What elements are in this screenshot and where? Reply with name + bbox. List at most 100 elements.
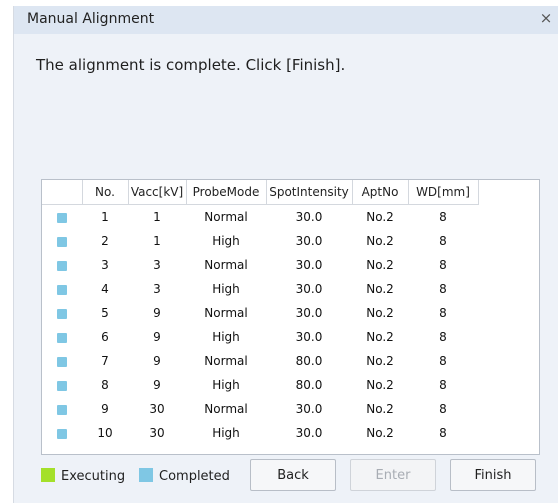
cell-vacc: 1 — [153, 234, 161, 248]
cell-no: 6 — [101, 330, 109, 344]
cell-no: 10 — [97, 426, 113, 440]
cell-probe-mode: High — [212, 282, 240, 296]
cell-probe-mode: High — [212, 378, 240, 392]
enter-button[interactable]: Enter — [350, 459, 436, 491]
cell-no: 4 — [101, 282, 109, 296]
status-completed-indicator — [57, 428, 67, 439]
cell-status — [42, 229, 82, 253]
cell-wd: 8 — [439, 234, 447, 248]
cell-vacc: 30 — [149, 402, 165, 416]
status-completed-indicator — [57, 212, 67, 223]
cell-spot-intensity: 80.0 — [295, 354, 323, 368]
status-completed-indicator — [57, 284, 67, 295]
cell-vacc: 9 — [153, 354, 161, 368]
executing-label: Executing — [61, 469, 126, 484]
cell-spot-intensity: 30.0 — [295, 282, 323, 296]
cell-no: 7 — [101, 354, 109, 368]
cell-probe-mode: Normal — [204, 258, 248, 272]
cell-wd: 8 — [439, 378, 447, 392]
cell-apt-no: No.2 — [366, 354, 394, 368]
cell-probe-mode: High — [212, 234, 240, 248]
cell-wd: 8 — [439, 330, 447, 344]
cell-vacc: 9 — [153, 306, 161, 320]
cell-no: 2 — [101, 234, 109, 248]
cell-vacc: 9 — [153, 378, 161, 392]
cell-apt-no: No.2 — [366, 282, 394, 296]
cell-spot-intensity: 30.0 — [295, 258, 323, 272]
cell-spot-intensity: 30.0 — [295, 210, 323, 224]
table-row[interactable]: 5 9 Normal 30.0 No.2 8 — [42, 301, 478, 325]
cell-status — [42, 325, 82, 349]
cell-probe-mode: Normal — [204, 402, 248, 416]
cell-spot-intensity: 30.0 — [295, 330, 323, 344]
cell-status — [42, 397, 82, 421]
cell-spot-intensity: 30.0 — [295, 426, 323, 440]
cell-status — [42, 277, 82, 301]
cell-wd: 8 — [439, 282, 447, 296]
column-header-apt-no: AptNo — [352, 180, 409, 205]
cell-wd: 8 — [439, 210, 447, 224]
table-row[interactable]: 1 1 Normal 30.0 No.2 8 — [42, 205, 478, 230]
cell-status — [42, 421, 82, 445]
column-header-wd: WD[mm] — [408, 180, 479, 205]
cell-spot-intensity: 30.0 — [295, 402, 323, 416]
cell-probe-mode: Normal — [204, 210, 248, 224]
cell-status — [42, 373, 82, 397]
column-header-probe-mode: ProbeMode — [186, 180, 267, 205]
table-row[interactable]: 10 30 High 30.0 No.2 8 — [42, 421, 478, 445]
cell-spot-intensity: 30.0 — [295, 234, 323, 248]
cell-probe-mode: High — [212, 426, 240, 440]
completed-label: Completed — [159, 469, 230, 484]
cell-probe-mode: High — [212, 330, 240, 344]
status-completed-indicator — [57, 380, 67, 391]
cell-wd: 8 — [439, 354, 447, 368]
back-button[interactable]: Back — [250, 459, 336, 491]
cell-wd: 8 — [439, 426, 447, 440]
table-row[interactable]: 8 9 High 80.0 No.2 8 — [42, 373, 478, 397]
cell-no: 1 — [101, 210, 109, 224]
cell-vacc: 1 — [153, 210, 161, 224]
cell-vacc: 3 — [153, 282, 161, 296]
status-completed-indicator — [57, 404, 67, 415]
cell-spot-intensity: 80.0 — [295, 378, 323, 392]
cell-apt-no: No.2 — [366, 210, 394, 224]
legend-executing: Executing — [41, 468, 125, 484]
status-message: The alignment is complete. Click [Finish… — [36, 56, 346, 74]
cell-status — [42, 349, 82, 373]
status-completed-indicator — [57, 308, 67, 319]
table-row[interactable]: 9 30 Normal 30.0 No.2 8 — [42, 397, 478, 421]
table-row[interactable]: 6 9 High 30.0 No.2 8 — [42, 325, 478, 349]
manual-alignment-dialog: Manual Alignment × The alignment is comp… — [13, 6, 558, 503]
cell-no: 3 — [101, 258, 109, 272]
cell-no: 9 — [101, 402, 109, 416]
executing-swatch — [41, 468, 55, 482]
table-row[interactable]: 2 1 High 30.0 No.2 8 — [42, 229, 478, 253]
cell-vacc: 3 — [153, 258, 161, 272]
table-row[interactable]: 3 3 Normal 30.0 No.2 8 — [42, 253, 478, 277]
cell-apt-no: No.2 — [366, 426, 394, 440]
status-completed-indicator — [57, 356, 67, 367]
status-completed-indicator — [57, 260, 67, 271]
cell-apt-no: No.2 — [366, 258, 394, 272]
cell-vacc: 30 — [149, 426, 165, 440]
cell-vacc: 9 — [153, 330, 161, 344]
cell-no: 8 — [101, 378, 109, 392]
status-completed-indicator — [57, 332, 67, 343]
cell-apt-no: No.2 — [366, 378, 394, 392]
column-header-no: No. — [82, 180, 129, 205]
alignment-table: No. Vacc[kV] ProbeMode SpotIntensity Apt… — [41, 179, 540, 455]
close-icon[interactable]: × — [539, 9, 553, 27]
title-bar: Manual Alignment × — [14, 6, 558, 34]
status-completed-indicator — [57, 236, 67, 247]
cell-apt-no: No.2 — [366, 234, 394, 248]
finish-button[interactable]: Finish — [450, 459, 536, 491]
dialog-footer: Executing Completed Back Enter Finish — [14, 459, 558, 495]
column-header-status — [42, 180, 83, 205]
table-header-row: No. Vacc[kV] ProbeMode SpotIntensity Apt… — [42, 180, 479, 205]
table-row[interactable]: 4 3 High 30.0 No.2 8 — [42, 277, 478, 301]
table-row[interactable]: 7 9 Normal 80.0 No.2 8 — [42, 349, 478, 373]
cell-probe-mode: Normal — [204, 354, 248, 368]
cell-apt-no: No.2 — [366, 330, 394, 344]
dialog-title: Manual Alignment — [27, 11, 155, 27]
cell-apt-no: No.2 — [366, 306, 394, 320]
